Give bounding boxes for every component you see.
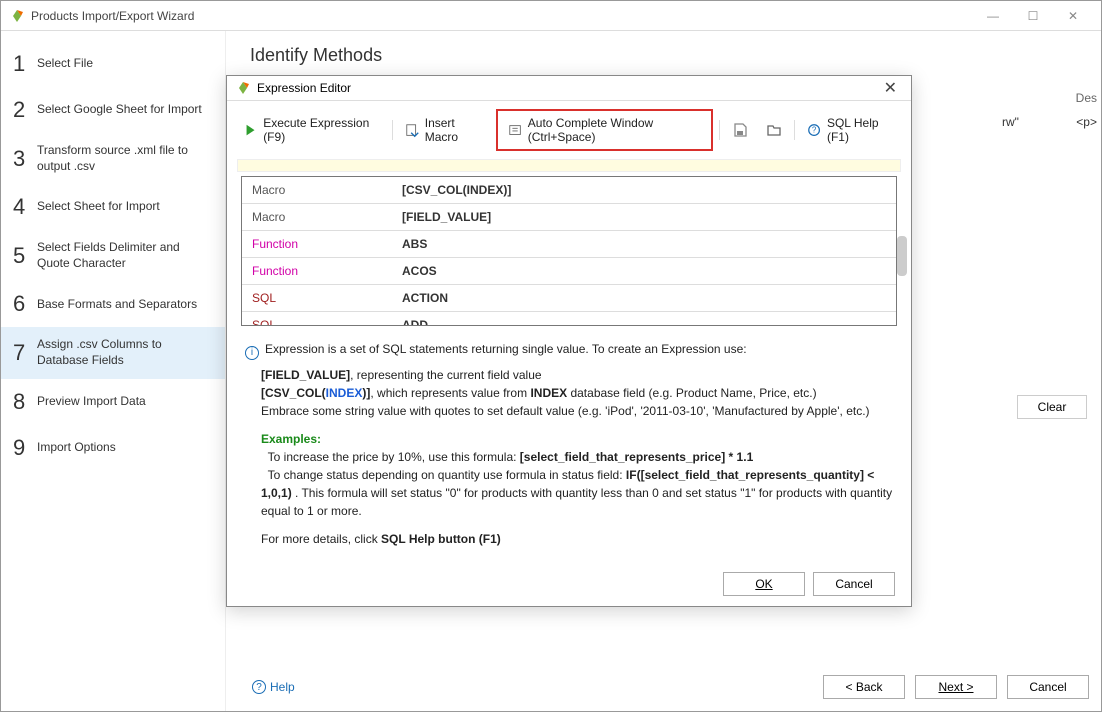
background-table-fragment: Des rw" <p> xyxy=(1002,91,1097,129)
close-icon[interactable]: ✕ xyxy=(1053,3,1093,29)
step-2[interactable]: 2Select Google Sheet for Import xyxy=(1,87,225,133)
editor-input-strip[interactable] xyxy=(237,159,901,171)
autocomplete-button-highlighted: Auto Complete Window (Ctrl+Space) xyxy=(496,109,713,151)
autocomplete-row[interactable]: Macro[FIELD_VALUE] xyxy=(242,203,896,230)
open-button-icon-only[interactable] xyxy=(760,119,788,141)
back-button[interactable]: < Back xyxy=(823,675,905,699)
step-7[interactable]: 7Assign .csv Columns to Database Fields xyxy=(1,327,225,378)
autocomplete-row[interactable]: Macro[CSV_COL(INDEX)] xyxy=(242,177,896,204)
step-1[interactable]: 1Select File xyxy=(1,41,225,87)
autocomplete-row[interactable]: FunctionACOS xyxy=(242,257,896,284)
next-button[interactable]: Next > xyxy=(915,675,997,699)
editor-ok-button[interactable]: OK xyxy=(723,572,805,596)
help-link[interactable]: ? Help xyxy=(252,680,295,694)
autocomplete-window-button[interactable]: Auto Complete Window (Ctrl+Space) xyxy=(502,113,707,147)
maximize-icon[interactable]: ☐ xyxy=(1013,3,1053,29)
insert-macro-button[interactable]: Insert Macro xyxy=(399,113,490,147)
editor-titlebar: Expression Editor ✕ xyxy=(227,76,911,101)
window-title: Products Import/Export Wizard xyxy=(31,9,194,23)
autocomplete-row[interactable]: FunctionABS xyxy=(242,230,896,257)
autocomplete-row[interactable]: SQLADD xyxy=(242,311,896,326)
autocomplete-row[interactable]: SQLACTION xyxy=(242,284,896,311)
step-4[interactable]: 4Select Sheet for Import xyxy=(1,184,225,230)
page-heading: Identify Methods xyxy=(226,31,1101,74)
insert-macro-icon xyxy=(405,122,419,138)
editor-cancel-button[interactable]: Cancel xyxy=(813,572,895,596)
step-3[interactable]: 3Transform source .xml file to output .c… xyxy=(1,133,225,184)
editor-title-text: Expression Editor xyxy=(257,81,351,95)
titlebar: Products Import/Export Wizard — ☐ ✕ xyxy=(1,1,1101,31)
info-icon: i xyxy=(245,346,259,360)
editor-scrollbar[interactable] xyxy=(897,236,909,406)
editor-app-icon xyxy=(235,80,251,96)
folder-open-icon xyxy=(766,122,782,138)
clear-button[interactable]: Clear xyxy=(1017,395,1087,419)
save-icon xyxy=(732,122,748,138)
wizard-sidebar: 1Select File 2Select Google Sheet for Im… xyxy=(1,31,226,711)
autocomplete-list: Macro[CSV_COL(INDEX)] Macro[FIELD_VALUE]… xyxy=(241,176,897,326)
save-button-icon-only[interactable] xyxy=(726,119,754,141)
app-icon xyxy=(9,8,25,24)
editor-button-row: OK Cancel xyxy=(227,562,911,606)
play-icon xyxy=(243,122,257,138)
step-5[interactable]: 5Select Fields Delimiter and Quote Chara… xyxy=(1,230,225,281)
step-9[interactable]: 9Import Options xyxy=(1,425,225,471)
cancel-button[interactable]: Cancel xyxy=(1007,675,1089,699)
step-8[interactable]: 8Preview Import Data xyxy=(1,379,225,425)
expression-editor-dialog: Expression Editor ✕ Execute Expression (… xyxy=(226,75,912,607)
wizard-window: Products Import/Export Wizard — ☐ ✕ 1Sel… xyxy=(0,0,1102,712)
svg-text:?: ? xyxy=(812,126,817,135)
wizard-footer: ? Help < Back Next > Cancel xyxy=(226,663,1101,711)
editor-close-icon[interactable]: ✕ xyxy=(878,78,903,98)
step-6[interactable]: 6Base Formats and Separators xyxy=(1,281,225,327)
execute-expression-button[interactable]: Execute Expression (F9) xyxy=(237,113,386,147)
minimize-icon[interactable]: — xyxy=(973,3,1013,29)
help-icon: ? xyxy=(252,680,266,694)
autocomplete-icon xyxy=(508,122,522,138)
editor-toolbar: Execute Expression (F9) Insert Macro Aut… xyxy=(227,101,911,159)
sql-help-button[interactable]: ? SQL Help (F1) xyxy=(801,113,901,147)
help-circle-icon: ? xyxy=(807,122,821,138)
expression-help-text: iExpression is a set of SQL statements r… xyxy=(227,326,911,562)
